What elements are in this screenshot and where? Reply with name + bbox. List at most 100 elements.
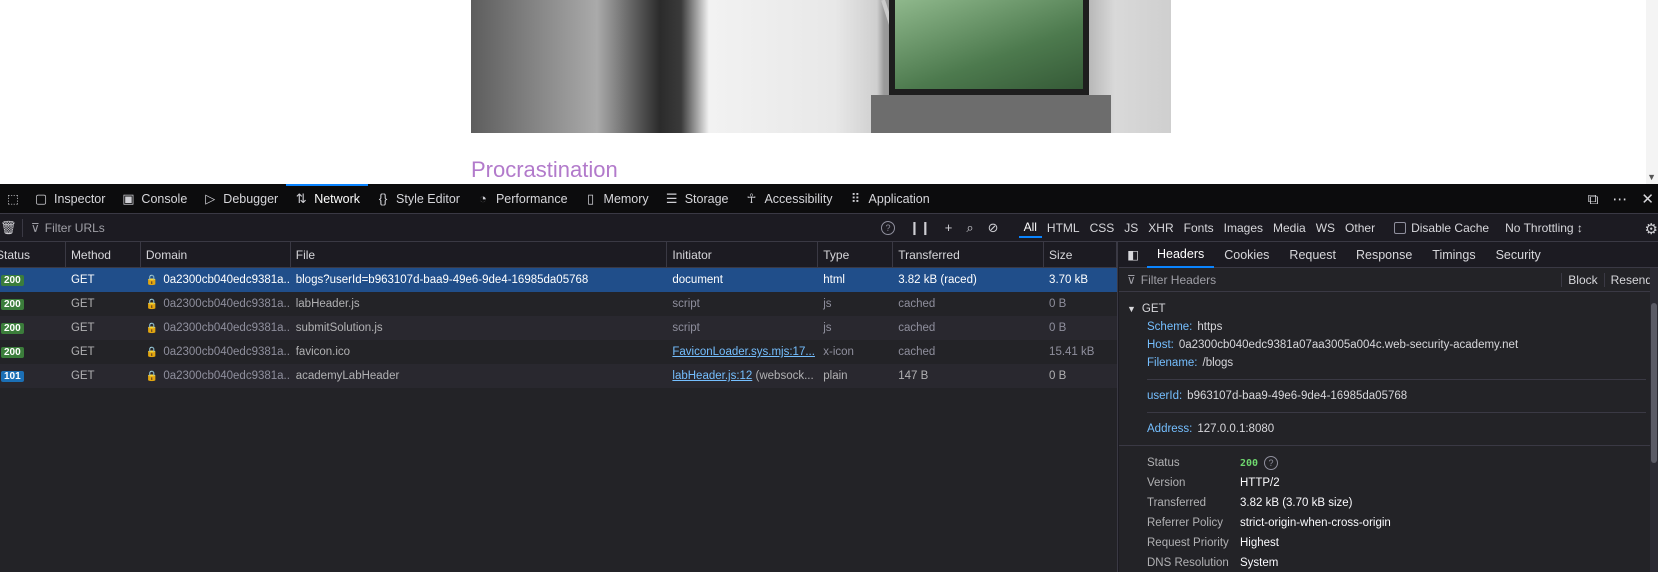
- filter-icon: ⊽: [31, 220, 40, 235]
- type-filter-js[interactable]: JS: [1119, 219, 1143, 237]
- table-row[interactable]: 200 GET 🔒 0a2300cb040edc9381a... favicon.…: [0, 340, 1117, 364]
- type-filter-images[interactable]: Images: [1219, 219, 1268, 237]
- tv-screen: [889, 0, 1089, 95]
- status-badge: 200: [1, 322, 24, 334]
- block-button[interactable]: Block: [1561, 272, 1603, 287]
- close-icon[interactable]: ✕: [1641, 190, 1654, 208]
- throttling-select[interactable]: No Throttling ↕: [1505, 221, 1583, 235]
- tab-timings[interactable]: Timings: [1422, 242, 1485, 268]
- request-details-panel: ◧ Headers Cookies Request Response Timin…: [1119, 242, 1658, 572]
- tab-headers[interactable]: Headers: [1147, 242, 1215, 268]
- console-icon: ▣: [122, 190, 135, 206]
- initiator-link[interactable]: FaviconLoader.sys.mjs:17...: [672, 346, 815, 358]
- table-row[interactable]: 200 GET 🔒 0a2300cb040edc9381a... submitSo…: [0, 316, 1117, 340]
- tab-performance[interactable]: ◔ Performance: [468, 184, 576, 214]
- status-badge: 200: [1, 346, 24, 358]
- network-icon: ⇅: [295, 190, 307, 206]
- type-filter-all[interactable]: All: [1018, 218, 1042, 238]
- request-rows: 200 GET 🔒 0a2300cb040edc9381a... blogs?us…: [0, 268, 1117, 388]
- lock-icon: 🔒: [145, 274, 159, 286]
- chevron-down-icon: ▼: [1127, 304, 1136, 314]
- toggle-sidebar-icon[interactable]: ◧: [1119, 242, 1147, 268]
- status-badge: 101: [1, 370, 24, 382]
- scroll-down-arrow-icon[interactable]: ▼: [1647, 172, 1656, 182]
- lock-icon: 🔒: [145, 370, 159, 382]
- status-badge: 200: [1, 274, 24, 286]
- type-filter-ws[interactable]: WS: [1311, 219, 1340, 237]
- application-icon: ⠿: [850, 190, 861, 206]
- headers-content: ▼ GET Scheme: https Host: 0a2300cb040edc938…: [1119, 292, 1658, 572]
- tab-security[interactable]: Security: [1486, 242, 1551, 268]
- tab-network[interactable]: ⇅ Network: [286, 183, 368, 214]
- column-domain[interactable]: Domain: [141, 242, 291, 267]
- initiator-link[interactable]: labHeader.js:12: [672, 370, 752, 382]
- help-icon[interactable]: ?: [881, 220, 895, 235]
- filter-urls-input[interactable]: ⊽ Filter URLs: [31, 221, 881, 235]
- accessibility-icon: ☥: [746, 190, 757, 206]
- devtools-toolbox: ⬚ ▢ Inspector ▣ Console ▷ Debugger ⇅ Network…: [0, 183, 1658, 572]
- tab-cookies[interactable]: Cookies: [1214, 242, 1279, 268]
- type-filter-html[interactable]: HTML: [1042, 219, 1085, 237]
- block-icon[interactable]: ⊘: [988, 220, 999, 236]
- network-filterbar: 🗑 ⊽ Filter URLs ? ❙❙ + ⌕ ⊘ All HTML CSS …: [0, 214, 1658, 242]
- request-section-toggle[interactable]: ▼ GET: [1127, 300, 1658, 318]
- table-row[interactable]: 101 GET 🔒 0a2300cb040edc9381a... academyL…: [0, 364, 1117, 388]
- debugger-icon: ▷: [205, 190, 216, 206]
- table-row[interactable]: 200 GET 🔒 0a2300cb040edc9381a... blogs?us…: [0, 268, 1117, 292]
- toolbox-controls: ⧉ ⋯ ✕: [1588, 184, 1654, 214]
- column-initiator[interactable]: Initiator: [667, 242, 819, 267]
- tab-debugger[interactable]: ▷ Debugger: [195, 184, 286, 214]
- column-file[interactable]: File: [291, 242, 668, 267]
- type-filter-buttons: All HTML CSS JS XHR Fonts Images Media W…: [1018, 218, 1380, 238]
- filter-icon: ⊽: [1127, 272, 1136, 287]
- web-page-viewport: Procrastination ▼: [0, 0, 1658, 184]
- tab-style-editor[interactable]: {} Style Editor: [368, 184, 468, 214]
- type-filter-other[interactable]: Other: [1340, 219, 1380, 237]
- page-scrollbar[interactable]: ▼: [1646, 0, 1658, 184]
- lock-icon: 🔒: [145, 298, 159, 310]
- gear-icon[interactable]: ⚙: [1645, 220, 1658, 238]
- search-icon[interactable]: ⌕: [966, 220, 973, 236]
- add-request-icon[interactable]: +: [945, 220, 953, 235]
- type-filter-fonts[interactable]: Fonts: [1179, 219, 1219, 237]
- request-table-header: Status Method Domain File Initiator Type…: [0, 242, 1117, 268]
- disable-cache-checkbox[interactable]: Disable Cache: [1394, 221, 1489, 235]
- column-method[interactable]: Method: [66, 242, 141, 267]
- devtools-tabbar: ⬚ ▢ Inspector ▣ Console ▷ Debugger ⇅ Network…: [0, 183, 1658, 214]
- help-icon[interactable]: ?: [1264, 456, 1279, 470]
- pause-icon[interactable]: ❙❙: [909, 220, 931, 236]
- tab-request[interactable]: Request: [1279, 242, 1346, 268]
- more-options-icon[interactable]: ⋯: [1612, 190, 1627, 208]
- lock-icon: 🔒: [145, 322, 159, 334]
- table-row[interactable]: 200 GET 🔒 0a2300cb040edc9381a... labHeade…: [0, 292, 1117, 316]
- tab-accessibility[interactable]: ☥ Accessibility: [736, 184, 840, 214]
- tab-console[interactable]: ▣ Console: [113, 184, 195, 214]
- dock-side-icon[interactable]: ⧉: [1588, 191, 1599, 208]
- article-title-link[interactable]: Procrastination: [471, 157, 618, 183]
- column-type[interactable]: Type: [818, 242, 894, 267]
- filter-headers-input[interactable]: ⊽ Filter Headers Block Resend: [1119, 268, 1658, 292]
- tab-application[interactable]: ⠿ Application: [841, 184, 938, 214]
- status-code: 200: [1240, 457, 1259, 469]
- article-hero-image: [471, 0, 1171, 133]
- style-editor-icon: {}: [378, 191, 388, 206]
- tab-memory[interactable]: ▯ Memory: [576, 184, 657, 214]
- element-picker-icon[interactable]: ⬚: [0, 184, 26, 214]
- type-filter-css[interactable]: CSS: [1085, 219, 1120, 237]
- clear-trash-icon[interactable]: 🗑: [0, 220, 17, 236]
- memory-icon: ▯: [586, 190, 595, 206]
- column-size[interactable]: Size: [1044, 242, 1117, 267]
- performance-icon: ◔: [479, 191, 487, 206]
- details-scrollbar[interactable]: [1650, 268, 1658, 572]
- inspector-icon: ▢: [34, 190, 48, 206]
- tab-response[interactable]: Response: [1346, 242, 1422, 268]
- tab-storage[interactable]: ☰ Storage: [657, 184, 737, 214]
- status-badge: 200: [1, 298, 24, 310]
- network-request-list: Status Method Domain File Initiator Type…: [0, 242, 1118, 572]
- type-filter-xhr[interactable]: XHR: [1143, 219, 1178, 237]
- column-transferred[interactable]: Transferred: [893, 242, 1045, 267]
- type-filter-media[interactable]: Media: [1268, 219, 1311, 237]
- tab-inspector[interactable]: ▢ Inspector: [26, 184, 113, 214]
- storage-icon: ☰: [665, 190, 678, 206]
- column-status[interactable]: Status: [0, 242, 66, 267]
